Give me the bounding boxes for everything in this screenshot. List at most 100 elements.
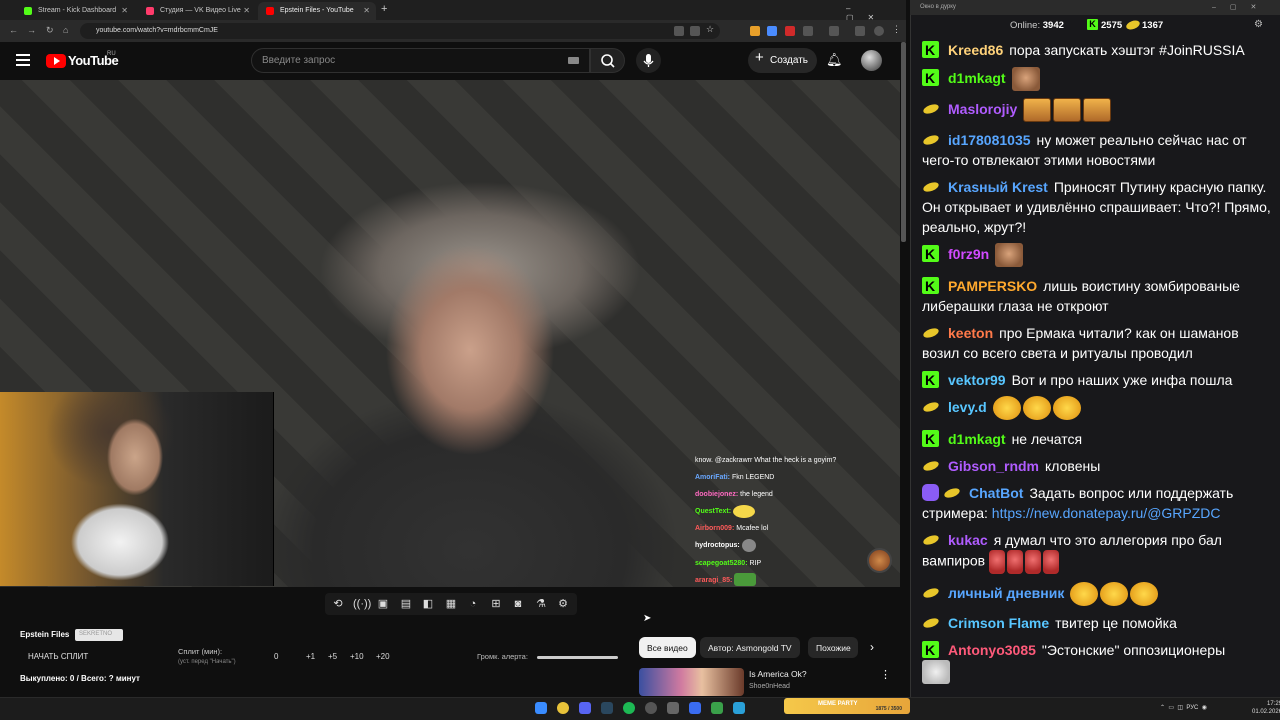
settings-gear-icon[interactable]: ⚙︎ <box>556 597 570 611</box>
extension-icon[interactable] <box>785 26 795 36</box>
search-input[interactable]: Введите запрос <box>251 48 590 73</box>
chip-similar[interactable]: Похожие <box>808 637 858 658</box>
media-player-icon[interactable] <box>689 702 701 714</box>
chat-nick[interactable]: kukac <box>948 532 988 548</box>
url-field[interactable]: youtube.com/watch?v=mdrbcmmCmJE <box>80 23 720 39</box>
chat-nick[interactable]: ChatBot <box>969 485 1023 501</box>
chat-nick[interactable]: Krasный Krest <box>948 179 1048 195</box>
add-clip-icon[interactable]: ⊞ <box>489 597 503 611</box>
chat-message: Maslorojiy <box>922 98 1274 122</box>
chat-nick[interactable]: f0rz9n <box>948 246 989 262</box>
chat-nick[interactable]: d1mkagt <box>948 431 1006 447</box>
chat-nick[interactable]: Crimson Flame <box>948 615 1049 631</box>
alert-volume-slider[interactable] <box>537 656 618 659</box>
download-icon[interactable] <box>829 26 839 36</box>
start-split-button[interactable]: НАЧАТЬ СПЛИТ <box>28 652 88 661</box>
camera-video-icon[interactable]: ▣ <box>376 597 390 611</box>
kick-platform-icon <box>922 244 939 264</box>
donate-link[interactable]: https://new.donatepay.ru/@GRPZDC <box>992 505 1221 521</box>
chat-message: Kreed86 пора запускать хэштэг #JoinRUSSIA <box>922 40 1274 60</box>
recommended-title[interactable]: Is America Ok? <box>749 669 807 679</box>
menu-icon[interactable]: ⋮ <box>892 24 902 34</box>
chip-all-videos[interactable]: Все видео <box>639 637 696 658</box>
filter-flask-icon[interactable]: ⚗︎ <box>534 597 548 611</box>
chevron-right-icon[interactable]: › <box>870 640 874 654</box>
chat-nick[interactable]: vektor99 <box>948 372 1006 388</box>
bookmark-star-icon[interactable]: ☆ <box>706 24 716 34</box>
recommended-channel[interactable]: Shoe0nHead <box>749 683 790 690</box>
chat-nick[interactable]: Antonyo3085 <box>948 642 1036 658</box>
keyboard-icon[interactable] <box>568 57 579 64</box>
profile-icon[interactable] <box>874 26 884 36</box>
split-plus20-button[interactable]: +20 <box>376 652 390 661</box>
broadcast-icon[interactable]: ((·)) <box>353 597 371 611</box>
spotify-icon[interactable] <box>623 702 635 714</box>
chat-nick[interactable]: Gibson_rndm <box>948 458 1039 474</box>
chip-author[interactable]: Автор: Asmongold TV <box>700 637 800 658</box>
puzzle-icon[interactable] <box>803 26 813 36</box>
system-clock[interactable]: 17:29 01.02.2026 <box>1252 700 1280 716</box>
cast-icon[interactable] <box>690 26 700 36</box>
new-tab-icon[interactable]: + <box>381 3 387 15</box>
obs-icon[interactable] <box>645 702 657 714</box>
extension-icon[interactable] <box>750 26 760 36</box>
page-scrollbar[interactable] <box>901 42 906 242</box>
steam-icon[interactable] <box>601 702 613 714</box>
split-value-button[interactable]: 0 <box>274 652 278 661</box>
tab-close-icon[interactable]: ✕ <box>243 6 250 15</box>
chat-nick[interactable]: личный дневник <box>948 585 1064 601</box>
clapper-icon[interactable]: ▤ <box>399 597 413 611</box>
tab-close-icon[interactable]: ✕ <box>363 6 370 15</box>
chat-settings-gear-icon[interactable]: ⚙︎ <box>1254 19 1263 30</box>
forward-icon[interactable]: → <box>27 25 36 35</box>
notifications-bell-icon[interactable]: 🔔︎ <box>826 52 843 68</box>
film-icon[interactable]: ▦ <box>444 597 458 611</box>
chat-nick[interactable]: keeton <box>948 325 993 341</box>
tab-vk-studio[interactable]: Студия — VK Видео Live ✕ <box>138 2 256 20</box>
loop-icon[interactable]: ⟲ <box>331 597 345 611</box>
back-icon[interactable]: ← <box>9 25 18 35</box>
picture-in-picture-icon[interactable]: ◧ <box>421 597 435 611</box>
region-code: RU <box>107 51 116 57</box>
app-icon[interactable] <box>711 702 723 714</box>
split-plus10-button[interactable]: +10 <box>350 652 364 661</box>
tab-youtube-active[interactable]: Epstein Files - YouTube ✕ <box>258 2 376 20</box>
account-avatar[interactable] <box>861 50 882 71</box>
youtube-favicon-icon <box>266 7 274 15</box>
tab-kick-dashboard[interactable]: Stream - Kick Dashboard ✕ <box>16 2 134 20</box>
input-language[interactable]: РУС <box>1186 705 1198 711</box>
chat-nick[interactable]: Kreed86 <box>948 42 1003 58</box>
chat-nick[interactable]: d1mkagt <box>948 70 1006 86</box>
chat-nick[interactable]: Maslorojiy <box>948 101 1017 117</box>
emote-icon <box>1007 550 1023 574</box>
home-icon[interactable]: ⌂ <box>63 25 68 35</box>
overlay-chat-line: know. @zackrawrr What the heck is a goyi… <box>695 457 837 464</box>
voice-search-button[interactable] <box>636 48 661 73</box>
youtube-logo-icon[interactable] <box>46 54 66 68</box>
chat-nick[interactable]: PAMPERSKO <box>948 278 1037 294</box>
search-button[interactable] <box>590 48 625 73</box>
split-plus5-button[interactable]: +5 <box>328 652 337 661</box>
split-plus1-button[interactable]: +1 <box>306 652 315 661</box>
menu-icon[interactable] <box>16 54 30 66</box>
speed-icon[interactable]: ◔ <box>466 597 480 611</box>
tab-close-icon[interactable]: ✕ <box>121 6 128 15</box>
telegram-icon[interactable] <box>733 702 745 714</box>
discord-icon[interactable] <box>579 702 591 714</box>
app-icon[interactable] <box>667 702 679 714</box>
channel-watermark-avatar[interactable] <box>867 548 892 573</box>
extension-icon[interactable] <box>767 26 777 36</box>
screenshot-icon[interactable]: ◙ <box>511 597 525 611</box>
chat-window-controls-icon[interactable]: –▢✕ <box>1212 3 1270 11</box>
extension-icon[interactable] <box>674 26 684 36</box>
chrome-icon[interactable] <box>557 702 569 714</box>
chat-nick[interactable]: id178081035 <box>948 132 1031 148</box>
system-tray[interactable]: ⌃ ▭ ◫ РУС ◉ <box>1160 704 1207 711</box>
overlay-chat-line: AmoriFati: Fkn LEGEND <box>695 474 775 482</box>
chat-nick[interactable]: levy.d <box>948 399 987 415</box>
recommended-thumbnail[interactable] <box>639 668 744 696</box>
reload-icon[interactable]: ↻ <box>46 25 54 36</box>
more-options-icon[interactable]: ⋮ <box>880 668 891 681</box>
start-menu-icon[interactable] <box>535 702 547 714</box>
extension-icon[interactable] <box>855 26 865 36</box>
